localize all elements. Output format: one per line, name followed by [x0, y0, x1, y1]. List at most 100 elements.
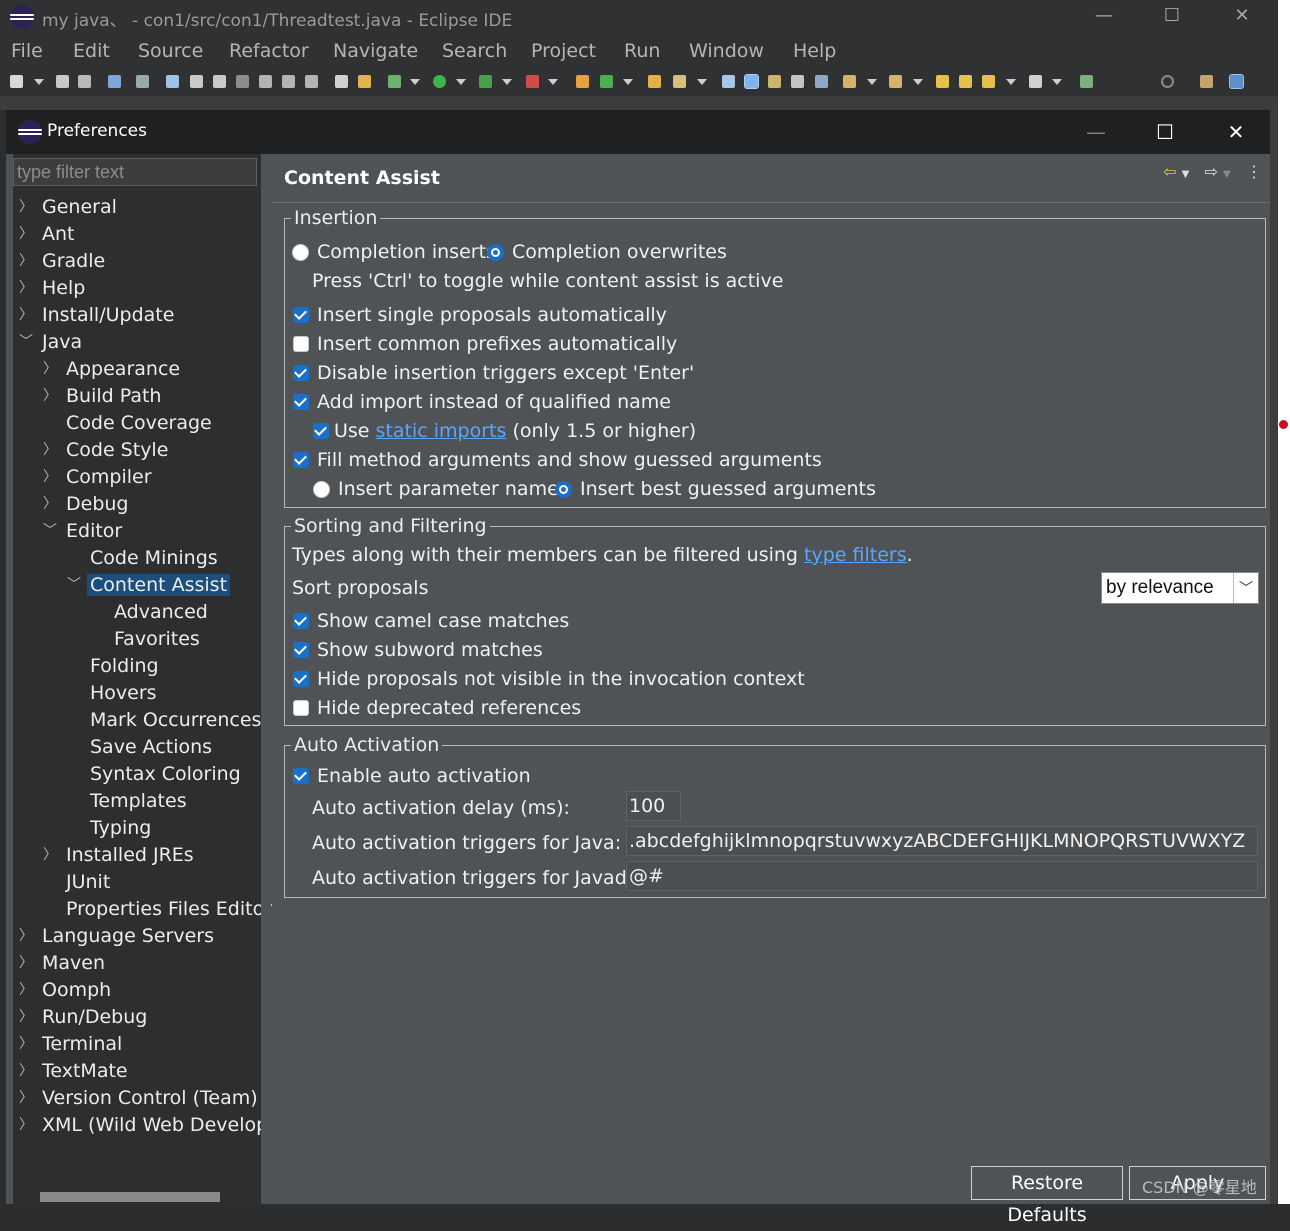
external-tools-icon[interactable]	[526, 75, 539, 88]
back-arrow-icon[interactable]: ⇦	[1163, 162, 1176, 181]
common-prefixes-checkbox[interactable]	[293, 336, 309, 352]
tree-item-templates[interactable]: Templates	[67, 788, 187, 814]
chevron-right-icon[interactable]: 〉	[19, 1058, 33, 1084]
javadoc-triggers-input[interactable]: @#	[626, 861, 1258, 891]
tree-item-build-path[interactable]: 〉 Build Path	[43, 383, 161, 409]
next-annotation-icon[interactable]	[843, 75, 856, 88]
chevron-down-icon[interactable]: ▼	[1182, 169, 1190, 180]
run-icon[interactable]	[433, 75, 446, 88]
chevron-right-icon[interactable]: 〉	[19, 977, 33, 1003]
tree-item-xml[interactable]: 〉XML (Wild Web Developer)	[19, 1112, 261, 1138]
chevron-down-icon[interactable]: ﹀	[43, 518, 57, 544]
coverage-icon[interactable]	[479, 75, 492, 88]
tree-item-content-assist[interactable]: ﹀ Content Assist	[67, 572, 231, 598]
tree-item-java[interactable]: ﹀ Java	[19, 329, 82, 355]
perspective-debug-icon[interactable]	[1229, 74, 1244, 89]
best-guessed-radio[interactable]	[555, 481, 572, 498]
disable-triggers-checkbox[interactable]	[293, 365, 309, 381]
chevron-right-icon[interactable]: 〉	[43, 842, 57, 868]
menu-window[interactable]: Window	[689, 40, 764, 62]
terminate-icon[interactable]	[213, 75, 226, 88]
step-over-icon[interactable]	[282, 75, 295, 88]
save-all-icon[interactable]	[78, 75, 91, 88]
block-selection-icon[interactable]	[768, 75, 781, 88]
chevron-right-icon[interactable]: 〉	[43, 383, 57, 409]
chevron-down-icon[interactable]	[1006, 79, 1016, 85]
add-import-checkbox[interactable]	[293, 394, 309, 410]
minimize-icon[interactable]: —	[1090, 4, 1118, 28]
tree-item-run-debug[interactable]: 〉 Run/Debug	[19, 1004, 147, 1030]
tree-item-compiler[interactable]: 〉 Compiler	[43, 464, 152, 490]
chevron-down-icon[interactable]	[697, 79, 707, 85]
close-icon[interactable]: ✕	[1228, 4, 1256, 28]
enable-auto-activation-checkbox[interactable]	[293, 768, 309, 784]
tree-item-gradle[interactable]: 〉 Gradle	[19, 248, 105, 274]
tree-item-ant[interactable]: 〉 Ant	[19, 221, 75, 247]
tree-item-advanced[interactable]: Advanced	[91, 599, 208, 625]
sort-proposals-select[interactable]: by relevance ﹀	[1101, 572, 1259, 604]
tree-item-version-control[interactable]: 〉 Version Control (Team)	[19, 1085, 258, 1111]
search-tool-icon[interactable]	[673, 75, 686, 88]
tree-item-properties-files-editor[interactable]: Properties Files Editor	[43, 896, 272, 922]
tree-horizontal-scrollbar[interactable]	[13, 1188, 261, 1204]
subword-checkbox[interactable]	[293, 642, 309, 658]
step-return-icon[interactable]	[305, 75, 318, 88]
chevron-right-icon[interactable]: 〉	[19, 1085, 33, 1111]
tree-item-language-servers[interactable]: 〉 Language Servers	[19, 923, 214, 949]
menu-run[interactable]: Run	[624, 40, 660, 62]
dialog-close-icon[interactable]: ✕	[1220, 118, 1252, 146]
menu-project[interactable]: Project	[531, 40, 596, 62]
tree-item-code-minings[interactable]: Code Minings	[67, 545, 218, 571]
tree-item-general[interactable]: 〉 General	[19, 194, 117, 220]
dialog-maximize-icon[interactable]: ☐	[1149, 118, 1181, 146]
delay-input[interactable]: 100	[626, 791, 681, 821]
open-type-icon[interactable]	[358, 75, 371, 88]
chevron-right-icon[interactable]: 〉	[19, 1031, 33, 1057]
tree-item-typing[interactable]: Typing	[67, 815, 151, 841]
scrollbar-thumb[interactable]	[40, 1192, 220, 1202]
terminal-icon[interactable]	[108, 75, 121, 88]
restore-defaults-button[interactable]: Restore Defaults	[971, 1166, 1123, 1226]
new-class-icon[interactable]	[600, 75, 613, 88]
tree-item-help[interactable]: 〉 Help	[19, 275, 85, 301]
chevron-down-icon[interactable]	[34, 79, 44, 85]
chevron-down-icon[interactable]	[548, 79, 558, 85]
sash[interactable]	[261, 154, 271, 1204]
chevron-down-icon[interactable]: ﹀	[67, 572, 81, 598]
chevron-right-icon[interactable]: 〉	[19, 950, 33, 976]
tree-item-favorites[interactable]: Favorites	[91, 626, 200, 652]
tree-item-oomph[interactable]: 〉 Oomph	[19, 977, 111, 1003]
menu-navigate[interactable]: Navigate	[333, 40, 418, 62]
type-filters-link[interactable]: type filters	[804, 544, 907, 566]
chevron-down-icon[interactable]: ﹀	[1233, 573, 1258, 603]
console-icon[interactable]	[335, 75, 348, 88]
chevron-right-icon[interactable]: 〉	[43, 491, 57, 517]
forward-arrow-icon[interactable]: ⇨	[1205, 162, 1218, 181]
hide-not-visible-checkbox[interactable]	[293, 671, 309, 687]
tree-item-save-actions[interactable]: Save Actions	[67, 734, 212, 760]
completion-overwrites-radio[interactable]	[487, 244, 504, 261]
save-icon[interactable]	[56, 75, 69, 88]
new-java-project-icon[interactable]	[576, 75, 589, 88]
menu-refactor[interactable]: Refactor	[229, 40, 309, 62]
menu-help[interactable]: Help	[793, 40, 836, 62]
chevron-down-icon[interactable]	[456, 79, 466, 85]
chevron-down-icon[interactable]	[867, 79, 877, 85]
chevron-down-icon[interactable]	[623, 79, 633, 85]
chevron-right-icon[interactable]: 〉	[19, 248, 33, 274]
filter-input[interactable]	[13, 158, 257, 186]
tree-item-junit[interactable]: JUnit	[43, 869, 110, 895]
menu-search[interactable]: Search	[442, 40, 507, 62]
chevron-down-icon[interactable]: ▼	[1223, 169, 1231, 180]
java-triggers-input[interactable]: .abcdefghijklmnopqrstuvwxyzABCDEFGHIJKLM…	[626, 826, 1258, 856]
perspective-java-icon[interactable]	[1200, 75, 1213, 88]
chevron-right-icon[interactable]: 〉	[19, 923, 33, 949]
chevron-down-icon[interactable]	[410, 79, 420, 85]
chevron-down-icon[interactable]	[502, 79, 512, 85]
completion-inserts-radio[interactable]	[292, 244, 309, 261]
static-imports-checkbox[interactable]	[313, 423, 329, 439]
chevron-right-icon[interactable]: 〉	[19, 221, 33, 247]
menu-edit[interactable]: Edit	[73, 40, 110, 62]
menu-file[interactable]: File	[11, 40, 43, 62]
chevron-right-icon[interactable]: 〉	[19, 194, 33, 220]
